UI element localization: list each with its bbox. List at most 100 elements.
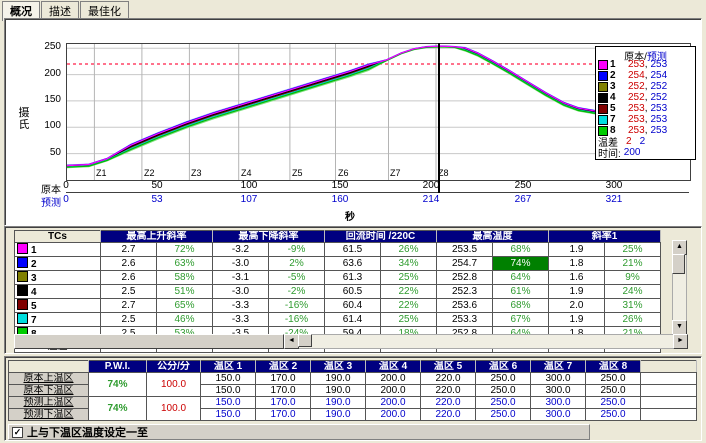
table-cell: -3.3 — [213, 299, 269, 313]
table-cell: 68% — [493, 243, 549, 257]
v-scrollbar-down-icon[interactable]: ▼ — [672, 320, 687, 335]
link-zones-option[interactable]: ✓ 上与下温区温度设定一至 — [8, 424, 590, 440]
zone-temp-cell[interactable]: 300.0 — [531, 409, 586, 421]
tc-color-swatch-icon — [17, 257, 28, 268]
table-cell: 61.3 — [325, 271, 381, 285]
zone-label: Z5 — [292, 168, 303, 178]
table-cell: -3.3 — [213, 313, 269, 327]
zone-temp-cell[interactable]: 300.0 — [531, 385, 586, 397]
table-cell: 64% — [493, 271, 549, 285]
application-window: 概况描述最佳化 摄氏 Z1Z2Z3Z4Z5Z6Z7Z8 250200150100… — [0, 0, 706, 443]
table-row[interactable]: 52.765%-3.3-16%60.422%253.668%2.031% — [15, 299, 661, 313]
pwi-cell: 74% — [89, 397, 147, 421]
zone-temp-cell[interactable]: 220.0 — [421, 409, 476, 421]
table-cell: 2.6 — [101, 271, 157, 285]
table-cell: 60.4 — [325, 299, 381, 313]
zone-temp-cell[interactable]: 250.0 — [476, 385, 531, 397]
x-tick-original: 100 — [234, 180, 264, 191]
table-cell: 31% — [605, 299, 661, 313]
zone-label: Z1 — [96, 168, 107, 178]
zone-temp-cell[interactable]: 250.0 — [476, 373, 531, 385]
speed-cell: 100.0 — [147, 397, 201, 421]
table-cell — [641, 397, 697, 409]
zone-temp-cell[interactable]: 150.0 — [201, 409, 256, 421]
tc-color-swatch-icon — [17, 299, 28, 310]
legend-header: 原本/预测 — [598, 48, 693, 59]
zone-temp-cell[interactable]: 300.0 — [531, 373, 586, 385]
zone-temp-cell[interactable]: 250.0 — [476, 409, 531, 421]
zone-temp-cell[interactable]: 220.0 — [421, 385, 476, 397]
legend-swatch-icon — [598, 60, 608, 70]
table-cell: 60.5 — [325, 285, 381, 299]
table-row[interactable]: 12.772%-3.2-9%61.526%253.568%1.925% — [15, 243, 661, 257]
pwi-cell: 74% — [89, 373, 147, 397]
zone-temp-cell[interactable]: 250.0 — [586, 373, 641, 385]
zone-label: Z3 — [191, 168, 202, 178]
y-tick: 50 — [33, 147, 61, 158]
speed-cell: 100.0 — [147, 373, 201, 397]
x-tick-original: 50 — [142, 180, 172, 191]
table-cell: 1.6 — [549, 271, 605, 285]
zone-temp-cell[interactable]: 200.0 — [366, 385, 421, 397]
table-row[interactable]: 22.663%-3.02%63.634%254.774%1.821% — [15, 257, 661, 271]
table-cell: 2% — [269, 257, 325, 271]
v-scrollbar-thumb[interactable] — [672, 254, 685, 274]
zone-temp-cell[interactable]: 170.0 — [256, 385, 311, 397]
table-row[interactable]: 42.551%-3.0-2%60.522%252.361%1.924% — [15, 285, 661, 299]
table-row[interactable]: 32.658%-3.1-5%61.325%252.864%1.69% — [15, 271, 661, 285]
zone-temp-cell[interactable]: 200.0 — [366, 409, 421, 421]
zone-temp-cell[interactable]: 220.0 — [421, 397, 476, 409]
table-cell: 22% — [381, 285, 437, 299]
legend-swatch-icon — [598, 93, 608, 103]
x-tick-predicted: 53 — [142, 194, 172, 205]
v-scrollbar-up-icon[interactable]: ▲ — [672, 240, 687, 255]
zone-temp-cell[interactable]: 200.0 — [366, 373, 421, 385]
table-cell: 65% — [157, 299, 213, 313]
tab-bar: 概况描述最佳化 — [2, 1, 130, 17]
table-cell: -3.0 — [213, 285, 269, 299]
table-cell: -5% — [269, 271, 325, 285]
table-header-row: P.W.I.公分/分温区 1温区 2温区 3温区 4温区 5温区 6温区 7温区… — [9, 361, 697, 373]
legend-row: 1253,253 — [598, 59, 693, 70]
table-cell: 51% — [157, 285, 213, 299]
legend-swatch-icon — [598, 82, 608, 92]
zone-temp-cell[interactable]: 150.0 — [201, 397, 256, 409]
setpoints-table: P.W.I.公分/分温区 1温区 2温区 3温区 4温区 5温区 6温区 7温区… — [8, 360, 697, 421]
checkbox-icon[interactable]: ✓ — [12, 427, 23, 438]
zone-temp-cell[interactable]: 200.0 — [366, 397, 421, 409]
zone-temp-cell[interactable]: 220.0 — [421, 373, 476, 385]
zone-temp-cell[interactable]: 250.0 — [586, 409, 641, 421]
table-cell: 22% — [381, 299, 437, 313]
zone-temp-cell[interactable]: 150.0 — [201, 373, 256, 385]
zone-temp-cell[interactable]: 250.0 — [476, 397, 531, 409]
table-cell: 26% — [605, 313, 661, 327]
x-tick-original: 200 — [416, 180, 446, 191]
x-tick-original: 250 — [508, 180, 538, 191]
table-cell: 63.6 — [325, 257, 381, 271]
zone-temp-cell[interactable]: 190.0 — [311, 385, 366, 397]
zone-temp-cell[interactable]: 170.0 — [256, 409, 311, 421]
cursor-line[interactable] — [438, 43, 440, 193]
table-row[interactable]: 72.546%-3.3-16%61.425%253.367%1.926% — [15, 313, 661, 327]
table-cell: 72% — [157, 243, 213, 257]
zone-temp-cell[interactable]: 190.0 — [311, 373, 366, 385]
zone-temp-cell[interactable]: 250.0 — [586, 385, 641, 397]
tc-color-swatch-icon — [17, 313, 28, 324]
x-tick-original: 300 — [599, 180, 629, 191]
zone-temp-cell[interactable]: 190.0 — [311, 409, 366, 421]
zone-temp-cell[interactable]: 250.0 — [586, 397, 641, 409]
h-scrollbar-track[interactable] — [284, 334, 674, 349]
zone-temp-cell[interactable]: 300.0 — [531, 397, 586, 409]
zone-temp-cell[interactable]: 150.0 — [201, 385, 256, 397]
zone-temp-cell[interactable]: 170.0 — [256, 373, 311, 385]
table-cell: 252.3 — [437, 285, 493, 299]
h-scrollbar-right-icon[interactable]: ► — [673, 334, 688, 349]
x-tick-predicted: 107 — [234, 194, 264, 205]
table-cell: 25% — [381, 313, 437, 327]
h-scrollbar-left-icon[interactable]: ◄ — [284, 334, 299, 349]
h-scrollbar-thumb[interactable] — [298, 334, 312, 347]
zone-temp-cell[interactable]: 170.0 — [256, 397, 311, 409]
table-cell: 9% — [605, 271, 661, 285]
zone-temp-cell[interactable]: 190.0 — [311, 397, 366, 409]
table-cell: 63% — [157, 257, 213, 271]
